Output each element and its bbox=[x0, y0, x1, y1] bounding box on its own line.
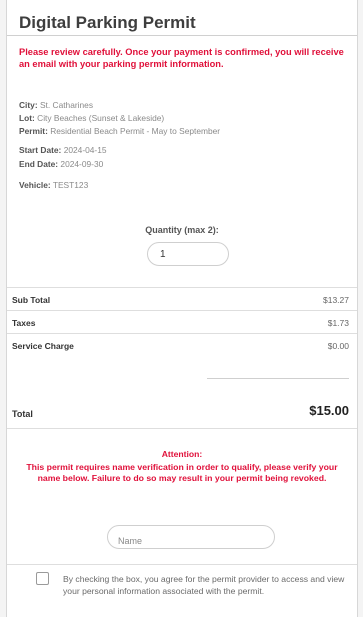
end-date-value: 2024-09-30 bbox=[60, 159, 104, 169]
total-value: $15.00 bbox=[309, 403, 349, 418]
start-date-value: 2024-04-15 bbox=[63, 145, 107, 155]
end-date-info: End Date: 2024-09-30 bbox=[19, 159, 103, 169]
permit-panel: Digital Parking Permit Please review car… bbox=[6, 0, 358, 617]
subtotal-row: Sub Total $13.27 bbox=[7, 287, 357, 310]
city-info: City: St. Catharines bbox=[19, 100, 93, 110]
attention-title: Attention: bbox=[161, 449, 203, 459]
service-charge-value: $0.00 bbox=[327, 341, 349, 351]
consent-divider bbox=[7, 564, 357, 565]
start-date-info: Start Date: 2024-04-15 bbox=[19, 145, 107, 155]
attention-message: This permit requires name verification i… bbox=[26, 462, 338, 483]
consent-text: By checking the box, you agree for the p… bbox=[63, 574, 345, 596]
page-title: Digital Parking Permit bbox=[19, 13, 196, 32]
vehicle-label: Vehicle: bbox=[19, 180, 51, 190]
name-input[interactable] bbox=[107, 525, 275, 549]
service-charge-row: Service Charge $0.00 bbox=[7, 333, 357, 356]
permit-label: Permit: bbox=[19, 126, 48, 136]
lot-value: City Beaches (Sunset & Lakeside) bbox=[37, 113, 165, 123]
subtotal-label: Sub Total bbox=[12, 295, 51, 305]
quantity-label: Quantity (max 2): bbox=[145, 225, 219, 235]
vehicle-value: TEST123 bbox=[52, 180, 89, 190]
total-separator bbox=[207, 378, 349, 379]
total-label: Total bbox=[12, 409, 33, 419]
vehicle-info: Vehicle: TEST123 bbox=[19, 180, 88, 190]
quantity-input[interactable]: 1 bbox=[147, 242, 229, 266]
city-label: City: bbox=[19, 100, 38, 110]
review-warning: Please review carefully. Once your payme… bbox=[19, 47, 344, 69]
city-value: St. Catharines bbox=[39, 100, 94, 110]
taxes-row: Taxes $1.73 bbox=[7, 310, 357, 333]
permit-info: Permit: Residential Beach Permit - May t… bbox=[19, 126, 220, 136]
consent-checkbox[interactable] bbox=[36, 572, 49, 585]
title-divider bbox=[7, 35, 357, 36]
taxes-label: Taxes bbox=[12, 318, 36, 328]
subtotal-value: $13.27 bbox=[323, 295, 349, 305]
service-charge-label: Service Charge bbox=[12, 341, 74, 351]
end-date-label: End Date: bbox=[19, 159, 59, 169]
lot-label: Lot: bbox=[19, 113, 35, 123]
lot-info: Lot: City Beaches (Sunset & Lakeside) bbox=[19, 113, 164, 123]
total-divider bbox=[7, 428, 357, 429]
start-date-label: Start Date: bbox=[19, 145, 62, 155]
permit-value: Residential Beach Permit - May to Septem… bbox=[50, 126, 221, 136]
taxes-value: $1.73 bbox=[327, 318, 349, 328]
